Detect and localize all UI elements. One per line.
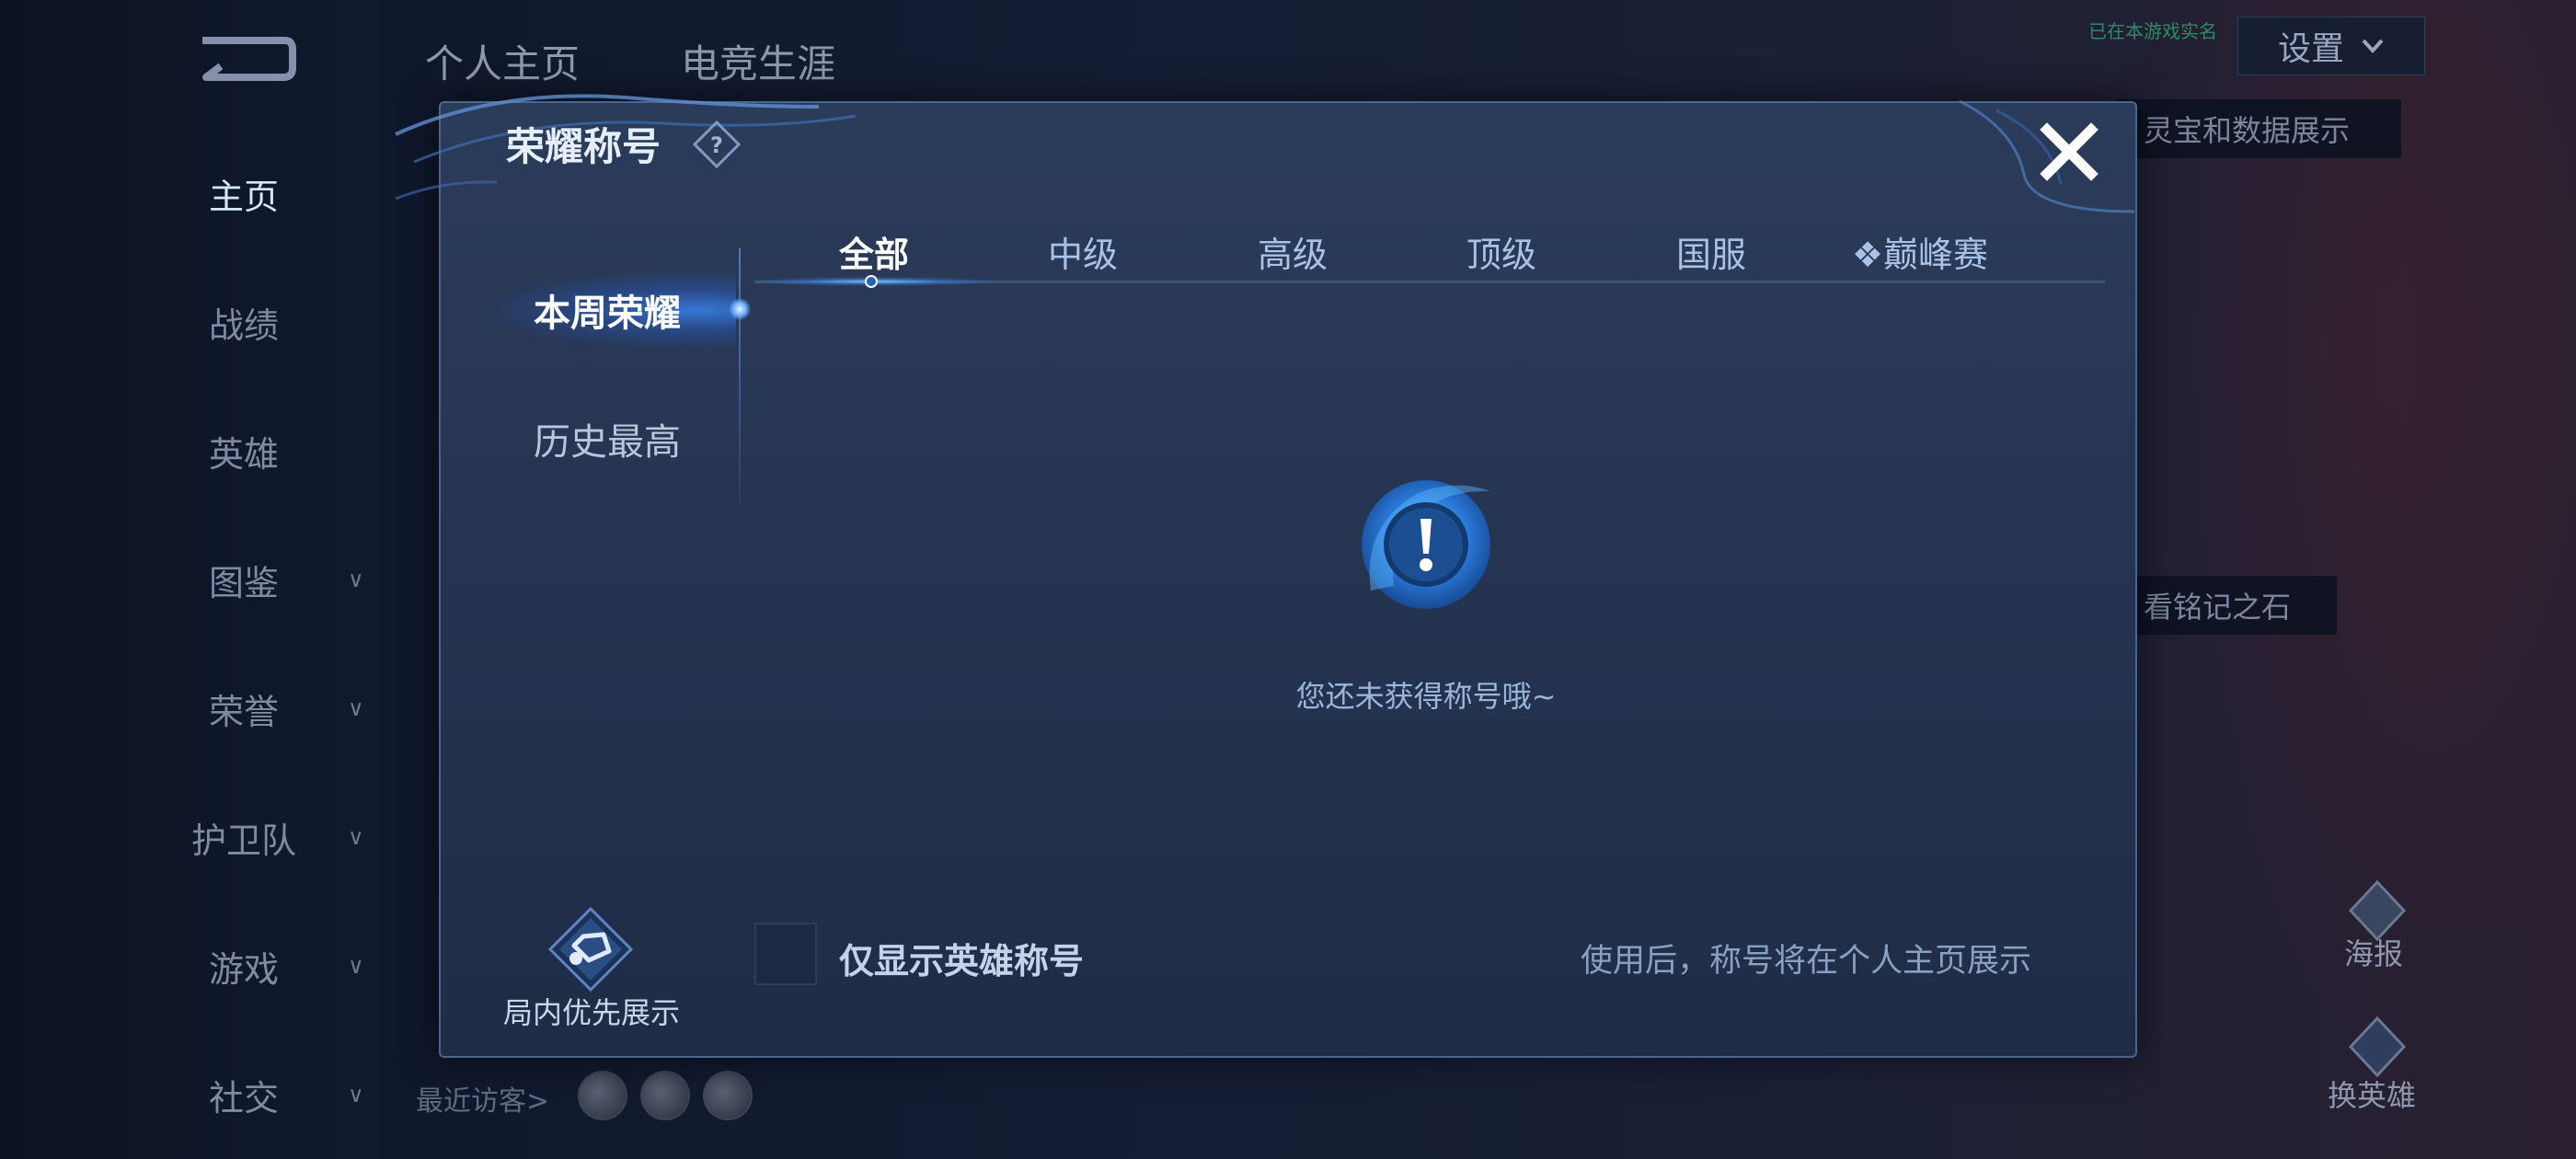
side-tab-this-week[interactable]: 本周荣耀 [478, 269, 736, 351]
tab-national-server[interactable]: 国服 [1619, 226, 1803, 277]
empty-state-text: 您还未获得称号哦~ [1295, 679, 1557, 714]
usage-hint: 使用后，称号将在个人主页展示 [1581, 943, 2032, 980]
nav-item-guard[interactable]: 护卫队 ∨ [147, 805, 368, 869]
nav-item-games[interactable]: 游戏 ∨ [147, 934, 368, 998]
dialog-title: 荣耀称号 [506, 124, 661, 169]
exclamation-icon [1362, 480, 1490, 609]
tab-advanced[interactable]: 高级 [1201, 226, 1385, 277]
active-tab-dot [865, 275, 878, 288]
recent-visitors-label[interactable]: 最近访客> [416, 1078, 549, 1119]
nav-item-heroes[interactable]: 英雄 [147, 419, 368, 483]
nav-item-social[interactable]: 社交 ∨ [147, 1062, 368, 1127]
tab-top[interactable]: 顶级 [1409, 226, 1593, 277]
nav-item-gallery[interactable]: 图鉴 ∨ [147, 547, 368, 612]
svg-text:?: ? [710, 132, 723, 158]
close-button[interactable] [2037, 120, 2101, 184]
visitor-avatar[interactable] [703, 1071, 753, 1120]
hero-titles-only-label[interactable]: 仅显示英雄称号 [839, 933, 1084, 983]
visitor-avatar[interactable] [578, 1071, 627, 1120]
priority-display-icon[interactable] [546, 905, 635, 993]
change-hero-label: 换英雄 [2328, 1078, 2417, 1113]
close-icon [2040, 122, 2099, 181]
chevron-down-icon [2362, 39, 2384, 53]
tab-all[interactable]: 全部 [782, 226, 966, 277]
settings-button[interactable]: 设置 [2237, 17, 2425, 75]
chevron-down-icon: ∨ [348, 567, 364, 592]
help-icon[interactable]: ? [692, 120, 742, 169]
side-tab-history-best[interactable]: 历史最高 [478, 397, 736, 480]
poster-label: 海报 [2344, 936, 2404, 971]
chevron-down-icon: ∨ [348, 1082, 364, 1107]
tab-intermediate[interactable]: 中级 [991, 226, 1175, 277]
chevron-down-icon: ∨ [348, 824, 364, 850]
hero-titles-only-checkbox[interactable] [754, 923, 817, 985]
inscription-stone-banner[interactable]: 看铭记之石 [2125, 576, 2337, 635]
nav-item-record[interactable]: 战绩 [147, 290, 368, 354]
visitor-avatar[interactable] [640, 1071, 690, 1120]
tab-peak-match[interactable]: ❖巅峰赛 [1828, 226, 2012, 277]
chevron-down-icon: ∨ [348, 953, 364, 979]
active-indicator-dot [729, 298, 751, 320]
right-banner[interactable]: 灵宝和数据展示 [2116, 99, 2401, 158]
realname-tag: 已在本游戏实名 [2088, 20, 2217, 42]
nav-item-home[interactable]: 主页 [147, 161, 368, 225]
priority-display-label: 局内优先展示 [502, 995, 680, 1030]
side-tab-divider [739, 248, 741, 506]
chevron-down-icon: ∨ [348, 695, 364, 721]
nav-item-honor[interactable]: 荣誉 ∨ [147, 676, 368, 740]
back-arrow-icon[interactable] [193, 31, 296, 85]
